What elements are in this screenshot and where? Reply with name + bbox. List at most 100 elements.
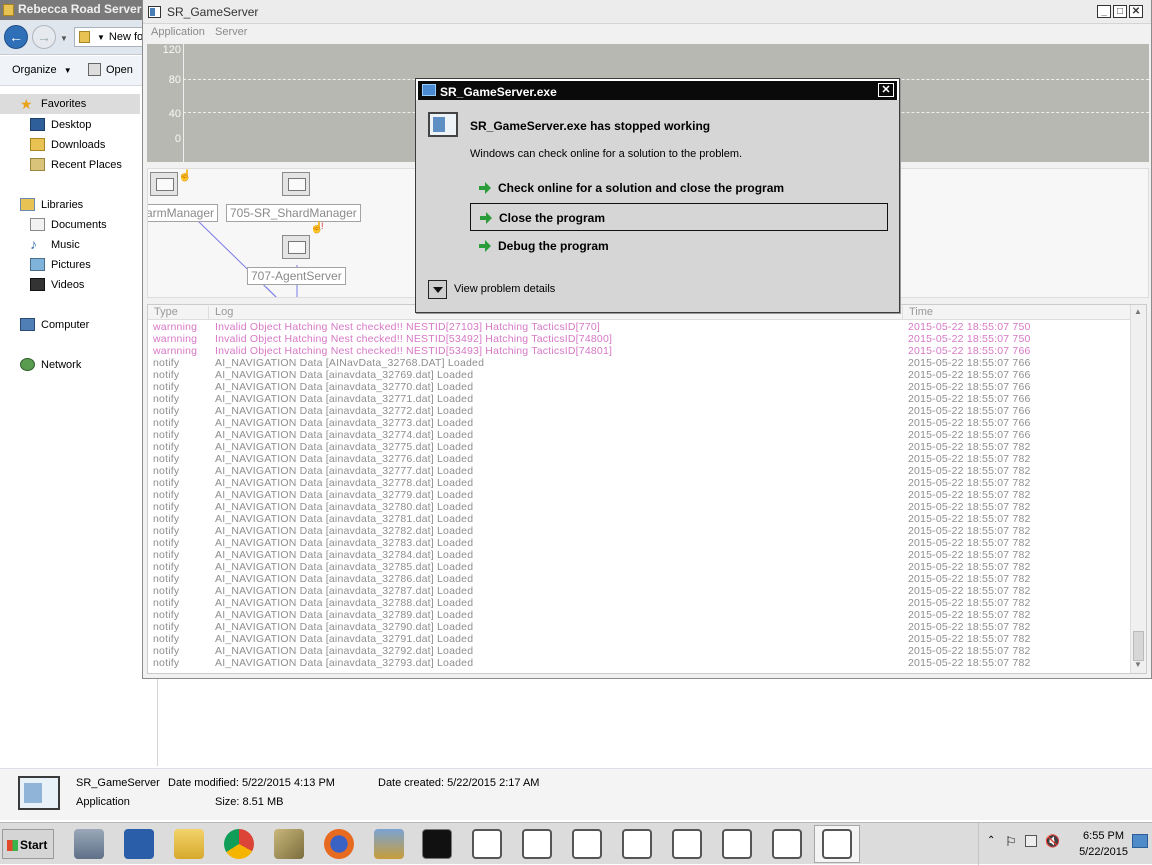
column-type[interactable]: Type xyxy=(154,306,178,318)
taskbar-button[interactable] xyxy=(564,825,610,863)
close-program-option[interactable]: Close the program xyxy=(470,203,888,231)
nav-pictures[interactable]: Pictures xyxy=(30,258,91,271)
farm-manager-node[interactable]: armManager xyxy=(148,204,219,222)
scroll-up-icon[interactable]: ▲ xyxy=(1134,307,1142,316)
log-row[interactable]: notify AI_NAVIGATION Data [ainavdata_3278… xyxy=(148,537,1132,549)
back-button[interactable]: ← xyxy=(4,25,28,49)
shard-manager-node[interactable]: 705-SR_ShardManager xyxy=(226,204,361,222)
expand-details-button[interactable] xyxy=(428,280,447,299)
taskbar-button[interactable] xyxy=(514,825,560,863)
log-row[interactable]: notify AI_NAVIGATION Data [ainavdata_3276… xyxy=(148,369,1132,381)
address-bar[interactable]: ▼ New fo xyxy=(74,27,142,47)
log-scrollbar[interactable]: ▲ ▼ xyxy=(1130,305,1146,673)
volume-muted-icon[interactable]: 🔇 xyxy=(1045,834,1060,848)
log-row[interactable]: notify AI_NAVIGATION Data [ainavdata_3278… xyxy=(148,597,1132,609)
log-row[interactable]: notify AI_NAVIGATION Data [ainavdata_3278… xyxy=(148,513,1132,525)
nav-desktop[interactable]: Desktop xyxy=(30,118,91,131)
scroll-down-icon[interactable]: ▼ xyxy=(1134,660,1142,669)
minimize-button[interactable]: _ xyxy=(1097,5,1111,18)
network-tray-icon[interactable] xyxy=(1025,835,1037,847)
farm-manager-pc-icon[interactable] xyxy=(150,172,178,202)
log-row[interactable]: notify AI_NAVIGATION Data [AINavData_3276… xyxy=(148,357,1132,369)
log-row[interactable]: notify AI_NAVIGATION Data [ainavdata_3278… xyxy=(148,549,1132,561)
taskbar-button[interactable] xyxy=(714,825,760,863)
log-row[interactable]: notify AI_NAVIGATION Data [ainavdata_3277… xyxy=(148,393,1132,405)
nav-libraries[interactable]: Libraries xyxy=(20,198,83,211)
log-cell-time: 2015-05-22 18:55:07 766 xyxy=(908,381,1031,393)
action-center-flag-icon[interactable]: ⚐ xyxy=(1005,834,1017,850)
log-row[interactable]: warnning Invalid Object Hatching Nest che… xyxy=(148,345,1132,357)
taskbar-button[interactable] xyxy=(814,825,860,863)
taskbar-button[interactable] xyxy=(116,825,162,863)
log-row[interactable]: notify AI_NAVIGATION Data [ainavdata_3279… xyxy=(148,633,1132,645)
log-row[interactable]: notify AI_NAVIGATION Data [ainavdata_3277… xyxy=(148,489,1132,501)
nav-network[interactable]: Network xyxy=(20,358,81,371)
log-row[interactable]: notify AI_NAVIGATION Data [ainavdata_3278… xyxy=(148,525,1132,537)
log-row[interactable]: notify AI_NAVIGATION Data [ainavdata_3277… xyxy=(148,405,1132,417)
log-row[interactable]: notify AI_NAVIGATION Data [ainavdata_3277… xyxy=(148,417,1132,429)
log-row[interactable]: notify AI_NAVIGATION Data [ainavdata_3278… xyxy=(148,501,1132,513)
taskbar-button[interactable] xyxy=(664,825,710,863)
log-row[interactable]: notify AI_NAVIGATION Data [ainavdata_3278… xyxy=(148,585,1132,597)
agent-server-pc-icon[interactable] xyxy=(282,235,310,265)
log-row[interactable]: notify AI_NAVIGATION Data [ainavdata_3278… xyxy=(148,561,1132,573)
log-row[interactable]: notify AI_NAVIGATION Data [ainavdata_3279… xyxy=(148,657,1132,669)
log-row[interactable]: warnning Invalid Object Hatching Nest che… xyxy=(148,333,1132,345)
menu-server[interactable]: Server xyxy=(215,26,247,38)
taskbar-button[interactable] xyxy=(614,825,660,863)
nav-favorites[interactable]: ★ Favorites xyxy=(0,94,140,114)
maximize-button[interactable]: □ xyxy=(1113,5,1127,18)
organize-button[interactable]: Organize ▼ xyxy=(12,64,72,76)
column-time[interactable]: Time xyxy=(902,306,933,320)
taskbar-button[interactable] xyxy=(216,825,262,863)
log-row[interactable]: notify AI_NAVIGATION Data [ainavdata_3277… xyxy=(148,477,1132,489)
taskbar-button[interactable] xyxy=(366,825,412,863)
log-row[interactable]: notify AI_NAVIGATION Data [ainavdata_3277… xyxy=(148,453,1132,465)
agent-server-node[interactable]: 707-AgentServer xyxy=(247,267,346,285)
dialog-title-bar[interactable]: SR_GameServer.exe ✕ xyxy=(416,79,899,100)
nav-recent-places[interactable]: Recent Places xyxy=(30,158,122,171)
taskbar-button[interactable] xyxy=(464,825,510,863)
log-row[interactable]: notify AI_NAVIGATION Data [ainavdata_3277… xyxy=(148,429,1132,441)
view-problem-details-label[interactable]: View problem details xyxy=(454,283,555,295)
open-button[interactable]: Open xyxy=(88,63,133,76)
recent-pages-dropdown-icon[interactable]: ▼ xyxy=(60,34,68,43)
log-row[interactable]: notify AI_NAVIGATION Data [ainavdata_3278… xyxy=(148,573,1132,585)
menu-application[interactable]: Application xyxy=(151,26,205,38)
nav-computer[interactable]: Computer xyxy=(20,318,89,331)
show-hidden-icons-icon[interactable]: ⌃ xyxy=(987,835,995,846)
shard-manager-pc-icon[interactable] xyxy=(282,172,310,202)
nav-documents[interactable]: Documents xyxy=(30,218,107,231)
log-row[interactable]: notify AI_NAVIGATION Data [ainavdata_3277… xyxy=(148,465,1132,477)
start-button[interactable]: Start xyxy=(2,829,54,859)
taskbar-button[interactable] xyxy=(66,825,112,863)
taskbar-button[interactable] xyxy=(316,825,362,863)
log-row[interactable]: notify AI_NAVIGATION Data [ainavdata_3279… xyxy=(148,645,1132,657)
server-title-bar[interactable]: SR_GameServer _ □ ✕ xyxy=(143,0,1151,24)
breadcrumb-chevron-icon[interactable]: ▼ xyxy=(97,33,105,42)
debug-program-option[interactable]: Debug the program xyxy=(470,232,888,260)
clock-date[interactable]: 5/22/2015 xyxy=(1079,846,1128,858)
log-row[interactable]: notify AI_NAVIGATION Data [ainavdata_3279… xyxy=(148,621,1132,633)
log-row[interactable]: notify AI_NAVIGATION Data [ainavdata_3277… xyxy=(148,381,1132,393)
nav-downloads[interactable]: Downloads xyxy=(30,138,105,151)
log-row[interactable]: warnning Invalid Object Hatching Nest che… xyxy=(148,321,1132,333)
close-window-button[interactable]: ✕ xyxy=(1129,5,1143,18)
column-log[interactable]: Log xyxy=(208,306,233,320)
log-row[interactable]: notify AI_NAVIGATION Data [ainavdata_3277… xyxy=(148,441,1132,453)
taskbar-button[interactable] xyxy=(414,825,460,863)
explorer-title-bar[interactable]: Rebecca Road Server xyxy=(0,0,142,20)
taskbar-button[interactable] xyxy=(764,825,810,863)
taskbar-button[interactable] xyxy=(266,825,312,863)
clock-time[interactable]: 6:55 PM xyxy=(1083,830,1124,842)
log-row[interactable]: notify AI_NAVIGATION Data [ainavdata_3278… xyxy=(148,609,1132,621)
nav-music[interactable]: ♪ Music xyxy=(30,237,80,251)
nav-videos[interactable]: Videos xyxy=(30,278,84,291)
detail-type: Application xyxy=(76,796,130,808)
check-online-option[interactable]: Check online for a solution and close th… xyxy=(470,174,888,202)
show-desktop-button[interactable] xyxy=(1132,834,1148,848)
scroll-thumb[interactable] xyxy=(1133,631,1144,661)
dialog-close-icon[interactable]: ✕ xyxy=(878,83,894,97)
forward-button[interactable]: → xyxy=(32,25,56,49)
taskbar-button[interactable] xyxy=(166,825,212,863)
